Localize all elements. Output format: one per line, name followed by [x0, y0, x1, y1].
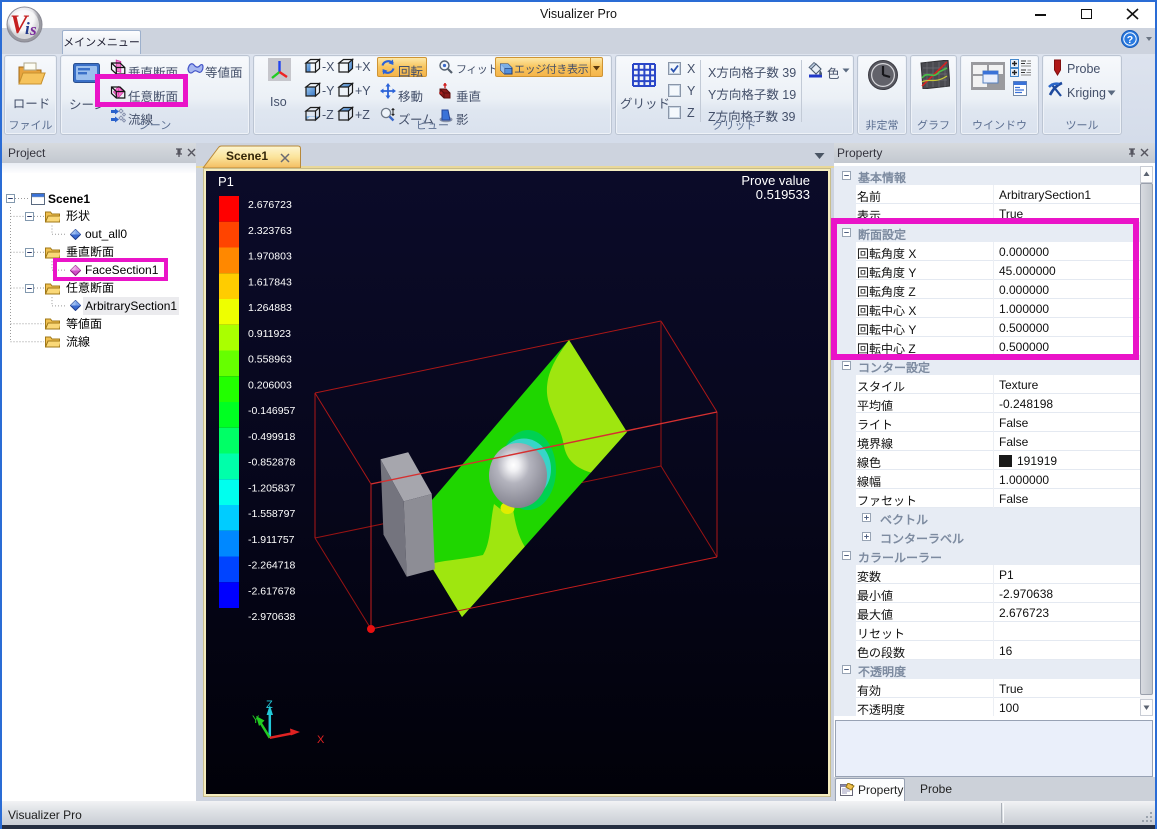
svg-text:0.911923: 0.911923 — [248, 328, 291, 340]
svg-text:Y: Y — [252, 714, 260, 726]
svg-text:-1.911757: -1.911757 — [248, 534, 295, 546]
svg-text:-0.499918: -0.499918 — [248, 431, 295, 443]
svg-text:-2.617678: -2.617678 — [248, 585, 295, 597]
svg-text:1.264883: 1.264883 — [248, 302, 292, 314]
svg-text:0.558963: 0.558963 — [248, 354, 292, 366]
svg-text:Z: Z — [266, 699, 273, 711]
svg-text:2.676723: 2.676723 — [248, 199, 292, 211]
svg-text:-1.205837: -1.205837 — [248, 482, 295, 494]
svg-text:1.970803: 1.970803 — [248, 251, 292, 263]
svg-text:-0.146957: -0.146957 — [248, 405, 295, 417]
svg-text:X: X — [317, 734, 325, 746]
svg-text:0.519533: 0.519533 — [756, 187, 810, 202]
svg-text:s: s — [29, 20, 37, 39]
svg-text:?: ? — [1127, 34, 1133, 46]
svg-text:-2.264718: -2.264718 — [248, 560, 295, 572]
svg-text:2.323763: 2.323763 — [248, 225, 292, 237]
svg-text:0.206003: 0.206003 — [248, 379, 292, 391]
svg-text:-1.558797: -1.558797 — [248, 508, 295, 520]
svg-text:1.617843: 1.617843 — [248, 276, 292, 288]
svg-text:Prove value: Prove value — [741, 173, 810, 188]
svg-text:P1: P1 — [218, 174, 234, 189]
svg-text:-2.970638: -2.970638 — [248, 611, 295, 623]
svg-text:-0.852878: -0.852878 — [248, 457, 295, 469]
